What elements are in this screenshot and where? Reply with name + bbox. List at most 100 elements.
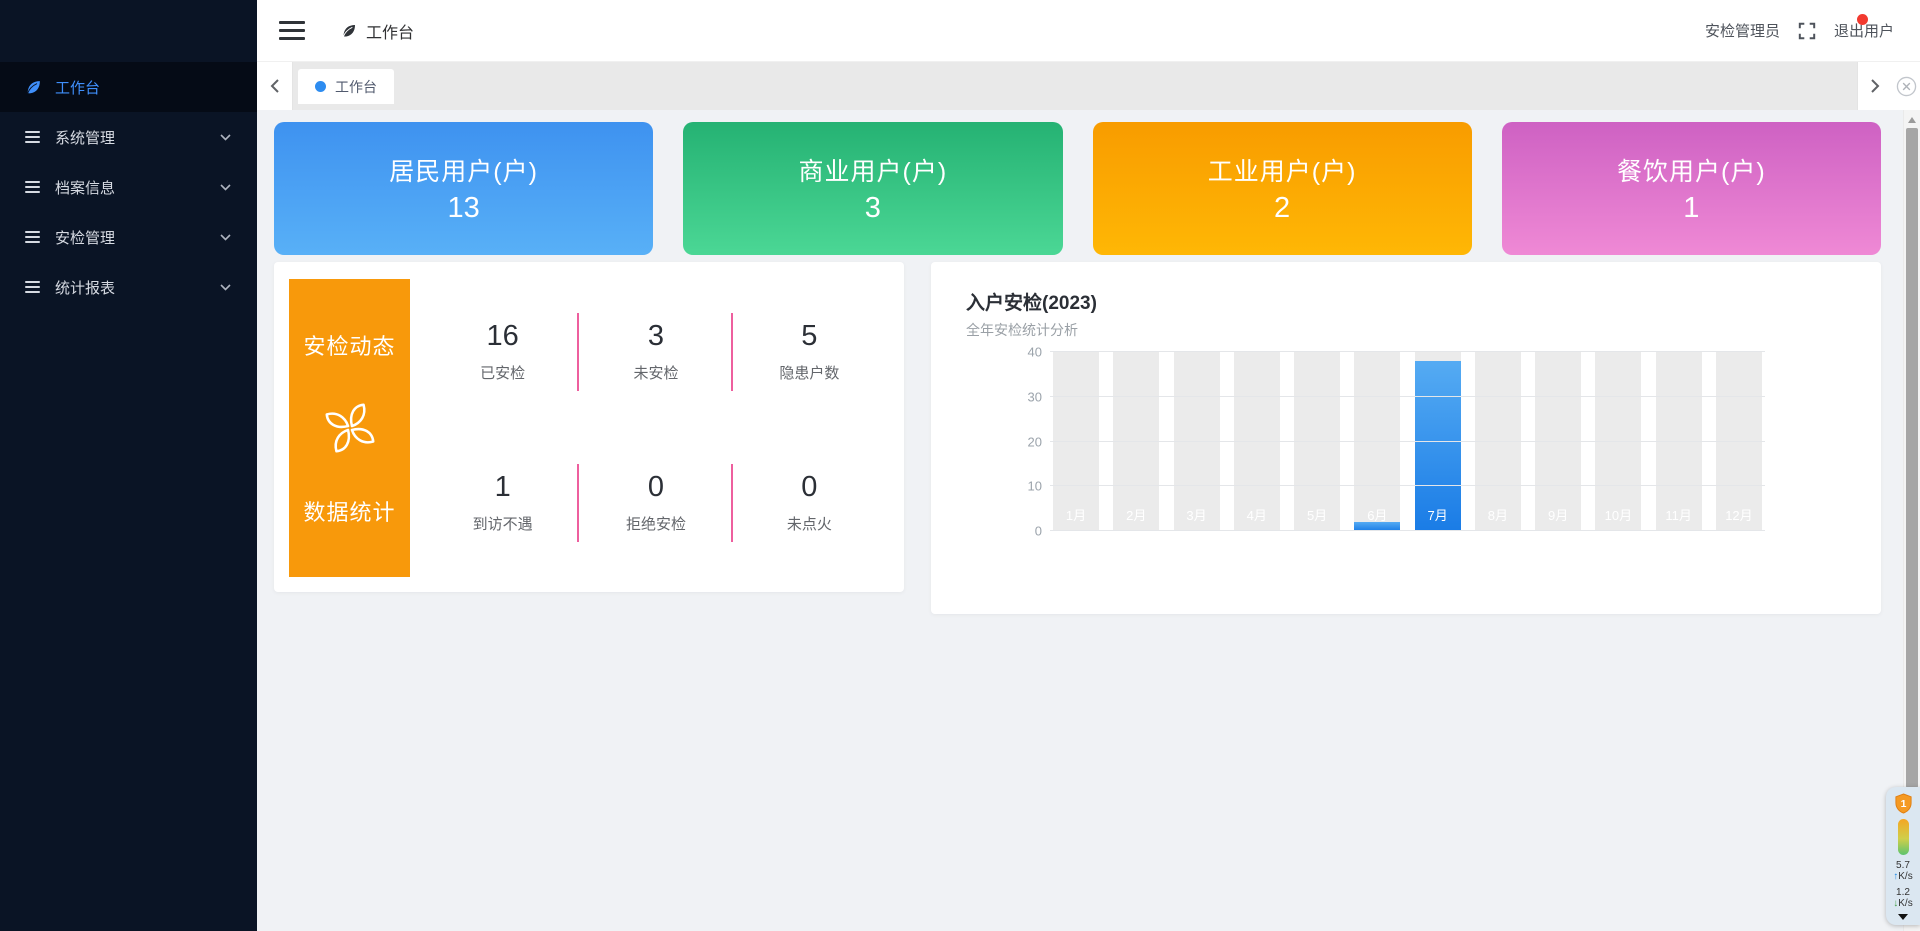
stat-label: 隐患户数 — [779, 362, 839, 383]
x-axis-month-label: 6月 — [1354, 505, 1400, 524]
bar-month-7[interactable]: 7月 — [1415, 352, 1461, 531]
x-axis-month-label: 1月 — [1053, 505, 1099, 524]
menu-lines-icon — [25, 180, 42, 194]
menu-lines-icon — [25, 130, 42, 144]
stat-visit-missed: 1 到访不遇 — [426, 427, 579, 578]
card-value: 3 — [865, 192, 881, 225]
menu-lines-icon — [25, 280, 42, 294]
chevron-down-icon — [220, 184, 231, 191]
sidebar-item-workbench[interactable]: 工作台 — [0, 62, 257, 112]
x-axis-month-label: 8月 — [1475, 505, 1521, 524]
tabs-scroll-left-button[interactable] — [257, 62, 293, 110]
stat-value: 16 — [487, 320, 519, 353]
tags-view-bar: 工作台 — [257, 62, 1920, 110]
menu-lines-icon — [25, 230, 42, 244]
caret-down-icon[interactable] — [1898, 914, 1908, 920]
card-title: 工业用户(户) — [1208, 152, 1357, 188]
sidebar-item-label: 统计报表 — [55, 277, 115, 298]
scrollbar-up-arrow-icon[interactable] — [1908, 117, 1916, 123]
y-axis-tick-label: 20 — [1014, 434, 1042, 449]
gridline — [1050, 351, 1765, 352]
tabs-strip: 工作台 — [293, 62, 1857, 110]
sidebar-item-reports[interactable]: 统计报表 — [0, 262, 257, 312]
stat-label: 未安检 — [633, 362, 678, 383]
y-axis-tick-label: 0 — [1014, 524, 1042, 539]
x-axis-month-label: 10月 — [1595, 505, 1641, 524]
user-name[interactable]: 安检管理员 — [1705, 20, 1780, 41]
sidebar-logo-area — [0, 0, 257, 62]
stat-hazard-households: 5 隐患户数 — [733, 276, 886, 427]
stat-label: 未点火 — [787, 513, 832, 534]
stat-not-ignited: 0 未点火 — [733, 427, 886, 578]
gridline — [1050, 396, 1765, 397]
upload-speed-value: 5.7 — [1893, 860, 1912, 871]
fullscreen-icon[interactable] — [1798, 22, 1816, 40]
gridline — [1050, 530, 1765, 531]
sidebar-item-inspection[interactable]: 安检管理 — [0, 212, 257, 262]
bar-month-11[interactable]: 11月 — [1656, 352, 1702, 531]
dynamics-flag: 安检动态 数据统计 — [289, 279, 410, 577]
stat-label: 到访不遇 — [473, 513, 533, 534]
dynamics-title: 安检动态 — [303, 329, 395, 361]
chart-subtitle: 全年安检统计分析 — [966, 320, 1078, 340]
x-axis-month-label: 9月 — [1535, 505, 1581, 524]
gridline — [1050, 441, 1765, 442]
bar-month-9[interactable]: 9月 — [1535, 352, 1581, 531]
page-title: 工作台 — [366, 19, 414, 43]
card-value: 2 — [1274, 192, 1290, 225]
y-axis-tick-label: 40 — [1014, 345, 1042, 360]
tabs-scroll-right-button[interactable] — [1857, 62, 1893, 110]
x-axis-month-label: 2月 — [1113, 505, 1159, 524]
stat-refused: 0 拒绝安检 — [579, 427, 732, 578]
x-axis-month-label: 7月 — [1415, 505, 1461, 524]
x-axis-month-label: 3月 — [1174, 505, 1220, 524]
net-speed-widget[interactable]: 1 5.7 ↑K/s 1.2 ↓K/s — [1886, 787, 1920, 925]
x-axis-month-label: 12月 — [1716, 505, 1762, 524]
bar-month-2[interactable]: 2月 — [1113, 352, 1159, 531]
y-axis-tick-label: 30 — [1014, 389, 1042, 404]
notification-dot — [1857, 14, 1868, 25]
chevron-down-icon — [220, 234, 231, 241]
stat-value: 0 — [648, 471, 664, 504]
header: 工作台 安检管理员 退出用户 — [257, 0, 1920, 62]
upload-speed: 5.7 ↑K/s — [1893, 860, 1912, 882]
chevron-down-icon — [220, 134, 231, 141]
yearly-inspection-chart-panel: 入户安检(2023) 全年安检统计分析 1月2月3月4月5月6月7月8月9月10… — [931, 262, 1881, 614]
stat-value: 3 — [648, 320, 664, 353]
upload-speed-unit: K/s — [1898, 871, 1912, 882]
download-speed-unit: K/s — [1898, 898, 1912, 909]
bar-month-6[interactable]: 6月 — [1354, 352, 1400, 531]
sidebar-item-archives[interactable]: 档案信息 — [0, 162, 257, 212]
hamburger-menu-icon[interactable] — [279, 21, 305, 40]
scrollbar-thumb[interactable] — [1906, 128, 1918, 788]
pinwheel-icon — [319, 397, 381, 459]
bar-month-1[interactable]: 1月 — [1053, 352, 1099, 531]
card-commercial-users: 商业用户(户) 3 — [683, 122, 1062, 255]
speed-gauge-bar — [1898, 819, 1909, 855]
bar-month-8[interactable]: 8月 — [1475, 352, 1521, 531]
chart-bars: 1月 2月 3月 4月 5月 6月 7月 8月 9月 10月 11月 12月 — [1050, 352, 1765, 531]
card-catering-users: 餐饮用户(户) 1 — [1502, 122, 1881, 255]
bar-month-4[interactable]: 4月 — [1234, 352, 1280, 531]
bar-month-3[interactable]: 3月 — [1174, 352, 1220, 531]
bar-month-12[interactable]: 12月 — [1716, 352, 1762, 531]
stat-cards-row: 居民用户(户) 13 商业用户(户) 3 工业用户(户) 2 餐饮用户(户) 1 — [274, 122, 1881, 255]
bar-month-5[interactable]: 5月 — [1294, 352, 1340, 531]
x-axis-month-label: 4月 — [1234, 505, 1280, 524]
card-value: 1 — [1683, 192, 1699, 225]
stat-inspected: 16 已安检 — [426, 276, 579, 427]
card-title: 居民用户(户) — [389, 152, 538, 188]
tab-workbench[interactable]: 工作台 — [298, 69, 394, 104]
active-tab-dot — [315, 81, 326, 92]
sidebar-item-label: 安检管理 — [55, 227, 115, 248]
stat-not-inspected: 3 未安检 — [579, 276, 732, 427]
bar-month-10[interactable]: 10月 — [1595, 352, 1641, 531]
x-axis-month-label: 11月 — [1656, 505, 1702, 524]
leaf-icon — [25, 80, 42, 94]
sidebar-item-system[interactable]: 系统管理 — [0, 112, 257, 162]
card-resident-users: 居民用户(户) 13 — [274, 122, 653, 255]
x-axis-month-label: 5月 — [1294, 505, 1340, 524]
close-circle-icon[interactable] — [1896, 76, 1917, 97]
download-speed-value: 1.2 — [1893, 887, 1912, 898]
sidebar-item-label: 档案信息 — [55, 177, 115, 198]
